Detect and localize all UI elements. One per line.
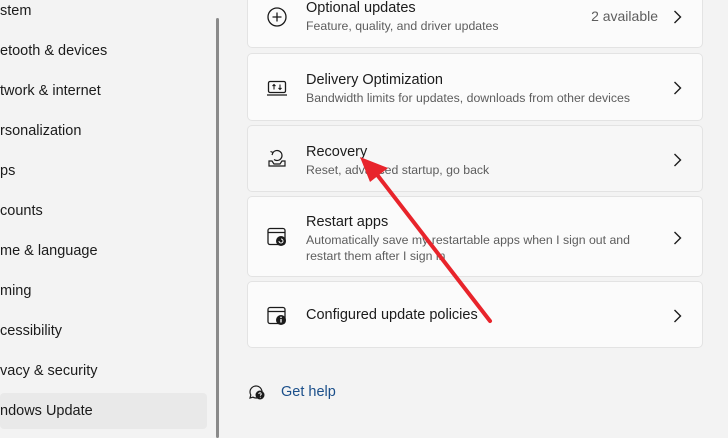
sidebar-item-label: etooth & devices [0,43,108,59]
get-help-link[interactable]: Get help [247,378,336,406]
sidebar-item-label: twork & internet [0,83,101,99]
sidebar-item-label: ndows Update [0,403,93,419]
card-title: Delivery Optimization [306,72,443,88]
sidebar-item-windows-update[interactable]: ndows Update [0,393,207,429]
recovery-icon [268,149,286,167]
card-title: Optional updates [306,0,416,16]
sidebar-item-network[interactable]: twork & internet [0,73,207,109]
chevron-right-icon [674,10,682,24]
sidebar-item-accounts[interactable]: counts [0,193,207,229]
sidebar-item-label: cessibility [0,323,63,339]
card-title: Recovery [306,144,368,160]
sidebar-item-label: ps [0,163,16,179]
help-icon [249,385,265,400]
sidebar-item-label: ming [0,283,32,299]
policy-info-icon [267,306,286,325]
sidebar-item-gaming[interactable]: ming [0,273,207,309]
chevron-right-icon [674,231,682,245]
restart-apps-icon [267,227,286,246]
sidebar: stem etooth & devices twork & internet r… [0,0,222,438]
card-description: Automatically save my restartable apps w… [306,233,630,263]
sidebar-item-label: stem [0,3,32,19]
chevron-right-icon [674,81,682,95]
sidebar-item-privacy[interactable]: vacy & security [0,353,207,389]
chevron-right-icon [674,153,682,167]
configured-update-policies-card[interactable]: Configured update policies [247,281,703,348]
sidebar-item-label: vacy & security [0,363,98,379]
sidebar-item-apps[interactable]: ps [0,153,207,189]
available-count: 2 available [591,8,658,24]
card-title: Configured update policies [306,307,478,323]
sidebar-item-accessibility[interactable]: cessibility [0,313,207,349]
delivery-optimization-icon [267,80,287,96]
recovery-card[interactable]: Recovery Reset, advanced startup, go bac… [247,125,703,192]
optional-updates-card[interactable]: Optional updates Feature, quality, and d… [247,0,703,48]
sidebar-item-personalization[interactable]: rsonalization [0,113,207,149]
restart-apps-card[interactable]: Restart apps Automatically save my resta… [247,196,703,277]
delivery-optimization-card[interactable]: Delivery Optimization Bandwidth limits f… [247,53,703,121]
card-title: Restart apps [306,214,389,230]
sidebar-item-label: me & language [0,243,98,259]
plus-circle-icon [267,7,287,27]
sidebar-item-time-language[interactable]: me & language [0,233,207,269]
card-description: Reset, advanced startup, go back [306,163,490,177]
sidebar-item-label: rsonalization [0,123,82,139]
get-help-label: Get help [281,384,336,400]
sidebar-item-system[interactable]: stem [0,0,207,29]
chevron-right-icon [674,309,682,323]
sidebar-scrollbar[interactable] [216,18,219,438]
sidebar-item-label: counts [0,203,43,219]
sidebar-item-bluetooth[interactable]: etooth & devices [0,33,207,69]
card-description: Bandwidth limits for updates, downloads … [306,91,630,105]
